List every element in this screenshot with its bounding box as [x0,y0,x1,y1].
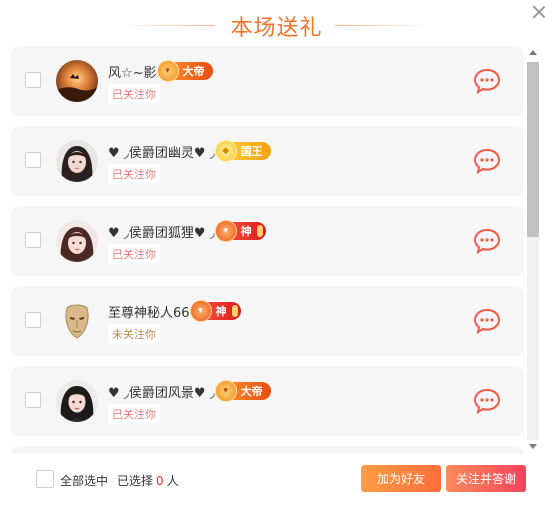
level-badge: ▾ 神 [214,220,266,242]
user-name[interactable]: ♥ ◞侯爵团狐狸♥ ◞ [108,222,215,241]
avatar[interactable] [56,60,98,102]
list-item: ♥ ◞侯爵团狐狸♥ ◞ ▾ 神 已关注你 [11,206,524,276]
select-all-label[interactable]: 全部选中 [60,472,108,489]
level-badge: ▾ 大帝 [214,380,271,402]
row-checkbox[interactable] [25,392,41,408]
gift-user-list[interactable]: 风☆~影 ▾ 大帝 已关注你 ♥ ◞侯爵团幽灵♥ ◞ ◆ 国王 已关注你 ♥ ◞… [0,44,525,454]
avatar[interactable] [56,140,98,182]
avatar[interactable] [56,300,98,342]
follow-and-thank-button[interactable]: 关注并答谢 [446,465,526,492]
selected-prefix: 已选择 [117,474,154,488]
scroll-down-icon[interactable] [529,444,537,449]
follow-status: 已关注你 [108,404,160,424]
user-name-line: 至尊神秘人66 ▾ 神 [108,300,241,322]
selected-count: 0 [156,474,164,488]
user-name[interactable]: ♥ ◞侯爵团风景♥ ◞ [108,382,215,401]
selected-count-text: 已选择 0 人 [117,472,179,489]
level-badge: ◆ 国王 [214,140,271,162]
footer: 全部选中 已选择 0 人 加为好友 关注并答谢 [0,455,553,509]
select-all-checkbox[interactable] [36,470,54,488]
chat-icon[interactable] [473,68,501,94]
row-checkbox[interactable] [25,72,41,88]
row-checkbox[interactable] [25,312,41,328]
user-name[interactable]: 风☆~影 [108,62,157,81]
row-checkbox[interactable] [25,152,41,168]
list-item [11,446,524,454]
chat-icon[interactable] [473,148,501,174]
title-decoration-right [335,25,430,26]
scroll-up-icon[interactable] [529,50,537,55]
user-name[interactable]: 至尊神秘人66 [108,302,190,321]
scroll-thumb[interactable] [527,62,539,237]
badge-label: 大帝 [182,65,205,78]
user-name-line: ♥ ◞侯爵团狐狸♥ ◞ ▾ 神 [108,220,266,242]
chat-icon[interactable] [473,308,501,334]
user-name[interactable]: ♥ ◞侯爵团幽灵♥ ◞ [108,142,215,161]
scrollbar[interactable] [525,44,541,454]
level-badge: ▾ 大帝 [156,60,213,82]
list-item: 风☆~影 ▾ 大帝 已关注你 [11,46,524,116]
follow-status: 已关注你 [108,164,160,184]
avatar[interactable] [56,380,98,422]
list-item: ♥ ◞侯爵团风景♥ ◞ ▾ 大帝 已关注你 [11,366,524,436]
medal-icon: ▾ [214,380,237,402]
medal-icon: ▾ [156,60,179,82]
level-badge: ▾ 神 [189,300,241,322]
user-name-line: 风☆~影 ▾ 大帝 [108,60,213,82]
close-icon[interactable] [531,4,547,20]
avatar[interactable] [56,220,98,262]
medal-icon: ◆ [214,140,237,162]
row-checkbox[interactable] [25,232,41,248]
list-item: 至尊神秘人66 ▾ 神 未关注你 [11,286,524,356]
follow-status: 已关注你 [108,84,160,104]
dialog-header: 本场送礼 [0,0,553,46]
medal-icon: ▾ [214,220,237,242]
user-name-line: ♥ ◞侯爵团风景♥ ◞ ▾ 大帝 [108,380,271,402]
follow-status: 未关注你 [108,324,160,344]
medal-icon: ▾ [189,300,212,322]
chat-icon[interactable] [473,388,501,414]
list-item: ♥ ◞侯爵团幽灵♥ ◞ ◆ 国王 已关注你 [11,126,524,196]
add-friend-button[interactable]: 加为好友 [361,465,441,492]
chat-icon[interactable] [473,228,501,254]
badge-label: 神 [215,305,227,318]
badge-label: 国王 [240,145,263,158]
selected-suffix: 人 [166,474,179,488]
user-name-line: ♥ ◞侯爵团幽灵♥ ◞ ◆ 国王 [108,140,271,162]
badge-label: 大帝 [240,385,263,398]
dialog-title: 本场送礼 [230,16,323,41]
follow-status: 已关注你 [108,244,160,264]
badge-label: 神 [240,225,252,238]
